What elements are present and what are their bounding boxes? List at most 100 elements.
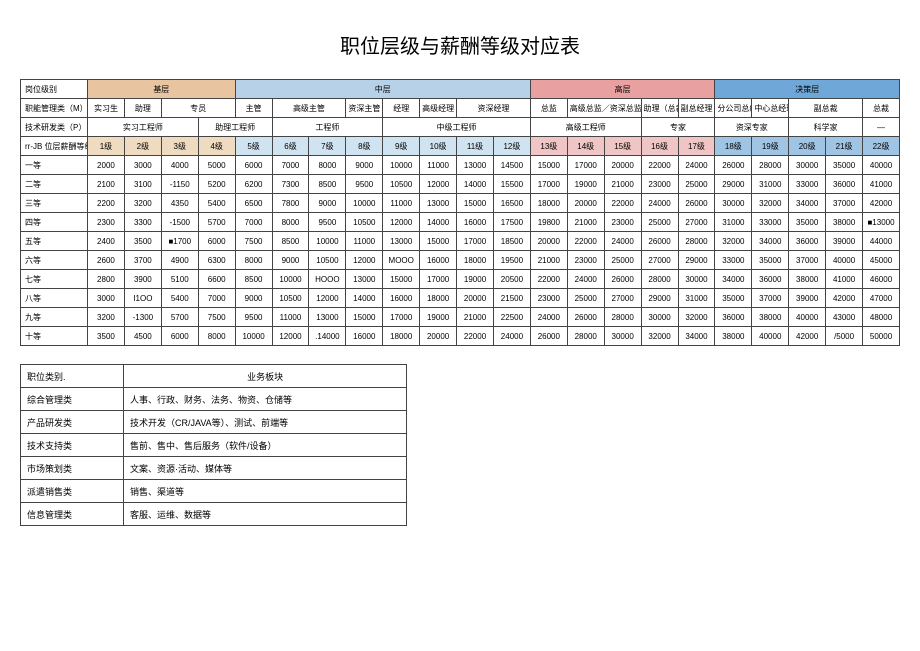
salary-cell: 24000 [567, 270, 604, 289]
category-row: 信息管理类客服、运维、数据等 [21, 503, 407, 526]
salary-cell: 30000 [715, 194, 752, 213]
salary-cell: MOOO [383, 251, 420, 270]
salary-cell: 18500 [493, 232, 530, 251]
salary-cell: 3500 [88, 327, 125, 346]
salary-cell: 13000 [457, 156, 494, 175]
category-cell: 技术开发（CR/JAVA等）、测试、前端等 [124, 411, 407, 434]
grade-name: 一等 [21, 156, 88, 175]
salary-cell: 25000 [678, 175, 715, 194]
salary-cell: 20000 [604, 156, 641, 175]
salary-cell: 38000 [826, 213, 863, 232]
category-cell: 市场策划类 [21, 457, 124, 480]
header-tech: 技术研发类（P） [21, 118, 88, 137]
salary-cell: 20000 [457, 289, 494, 308]
salary-cell: 36000 [826, 175, 863, 194]
grade-name: 九等 [21, 308, 88, 327]
salary-cell: 15000 [530, 156, 567, 175]
salary-cell: 9500 [346, 175, 383, 194]
salary-cell: 11000 [383, 194, 420, 213]
salary-cell: 2000 [88, 156, 125, 175]
salary-cell: 10000 [309, 232, 346, 251]
salary-cell: 5000 [198, 156, 235, 175]
salary-cell: 32000 [715, 232, 752, 251]
salary-cell: 38000 [752, 308, 789, 327]
category-cell: 综合管理类 [21, 388, 124, 411]
salary-cell: 16000 [346, 327, 383, 346]
salary-cell: 6500 [235, 194, 272, 213]
salary-cell: 13000 [420, 194, 457, 213]
mgmt-role: 副总经理 [678, 99, 715, 118]
level-cell: 9级 [383, 137, 420, 156]
salary-cell: 17000 [457, 232, 494, 251]
salary-cell: 46000 [863, 270, 900, 289]
salary-cell: 4900 [161, 251, 198, 270]
category-row: 派遣销售类销售、渠道等 [21, 480, 407, 503]
salary-cell: 5400 [198, 194, 235, 213]
level-cell: 8级 [346, 137, 383, 156]
salary-cell: 12000 [272, 327, 309, 346]
tech-role: 实习工程师 [88, 118, 199, 137]
salary-cell: 37000 [752, 289, 789, 308]
salary-cell: 33000 [752, 213, 789, 232]
salary-cell: 11000 [346, 232, 383, 251]
salary-cell: 29000 [641, 289, 678, 308]
mgmt-role: 高级主管 [272, 99, 346, 118]
grade-row: 四等23003300-15005700700080009500105001200… [21, 213, 900, 232]
salary-cell: 20000 [530, 232, 567, 251]
salary-cell: 35000 [715, 289, 752, 308]
grade-row: 五等24003500■17006000750085001000011000130… [21, 232, 900, 251]
salary-cell: 10000 [346, 194, 383, 213]
mgmt-role: 主管 [235, 99, 272, 118]
grade-row: 二等21003100-11505200620073008500950010500… [21, 175, 900, 194]
salary-cell: 14000 [457, 175, 494, 194]
salary-cell: 21500 [493, 289, 530, 308]
salary-cell: 10000 [235, 327, 272, 346]
salary-cell: 34000 [678, 327, 715, 346]
salary-cell: 12000 [383, 213, 420, 232]
tech-role: 助理工程师 [198, 118, 272, 137]
salary-cell: 5400 [161, 289, 198, 308]
category-table: 职位类别. 业务板块 综合管理类人事、行政、财务、法务、物资、仓储等产品研发类技… [20, 364, 407, 526]
salary-cell: 9000 [309, 194, 346, 213]
salary-cell: 22000 [641, 156, 678, 175]
salary-cell: 12000 [346, 251, 383, 270]
salary-cell: 16000 [457, 213, 494, 232]
salary-cell: 2400 [88, 232, 125, 251]
salary-cell: 25000 [567, 289, 604, 308]
grade-name: 六等 [21, 251, 88, 270]
salary-cell: 6000 [198, 232, 235, 251]
category-cell: 派遣销售类 [21, 480, 124, 503]
tier-base: 基层 [88, 80, 236, 99]
salary-cell: -1500 [161, 213, 198, 232]
salary-cell: 50000 [863, 327, 900, 346]
grade-row: 八等3000I1OO540070009000105001200014000160… [21, 289, 900, 308]
salary-cell: 6300 [198, 251, 235, 270]
tech-role: 专家 [641, 118, 715, 137]
category-row: 技术支持类售前、售中、售后服务（软件/设备） [21, 434, 407, 457]
salary-cell: 19800 [530, 213, 567, 232]
salary-cell: 35000 [752, 251, 789, 270]
salary-cell: 36000 [789, 232, 826, 251]
mgmt-role: 高级总监／资深总监 [567, 99, 641, 118]
salary-cell: 3900 [124, 270, 161, 289]
salary-cell: 33000 [715, 251, 752, 270]
header-pos-class: 岗位级别 [21, 80, 88, 99]
lower-header-col: 职位类别. [21, 365, 124, 388]
salary-cell: 7500 [198, 308, 235, 327]
salary-cell: 26000 [530, 327, 567, 346]
mgmt-role: 高级经理 [420, 99, 457, 118]
salary-cell: 26000 [678, 194, 715, 213]
salary-cell: 18000 [457, 251, 494, 270]
salary-cell: 5700 [161, 308, 198, 327]
salary-cell: 22000 [567, 232, 604, 251]
salary-cell: 9000 [235, 289, 272, 308]
category-cell: 信息管理类 [21, 503, 124, 526]
salary-cell: 14000 [346, 289, 383, 308]
salary-cell: 17000 [567, 156, 604, 175]
grade-name: 十等 [21, 327, 88, 346]
grade-row: 七等2800390051006600850010000HOOO130001500… [21, 270, 900, 289]
mgmt-role: 专员 [161, 99, 235, 118]
salary-cell: 19000 [457, 270, 494, 289]
salary-cell: 22500 [493, 308, 530, 327]
salary-cell: 10500 [309, 251, 346, 270]
